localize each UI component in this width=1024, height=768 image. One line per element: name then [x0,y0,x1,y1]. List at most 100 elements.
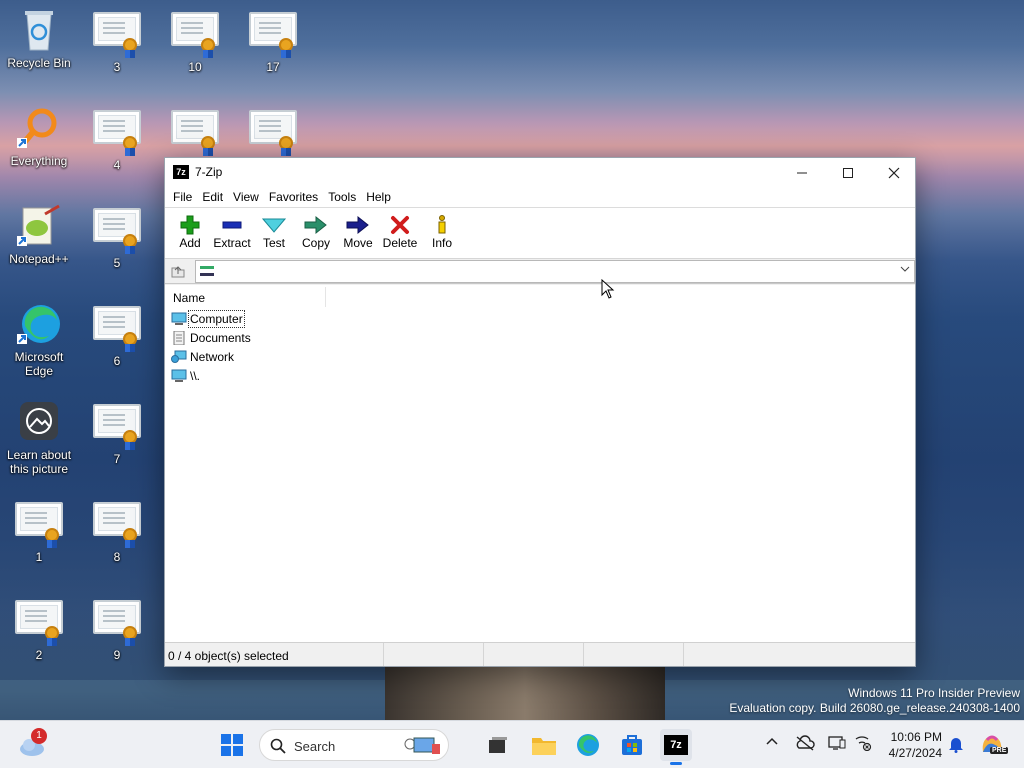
notifications-button[interactable] [948,735,964,756]
desktop-icon-label: 17 [266,60,280,74]
desktop-icon-label: 3 [113,60,121,74]
desktop-icon-file-7[interactable]: 7 [79,400,155,466]
search-icon [270,738,286,754]
notepadpp-icon [15,204,63,248]
status-field-2 [384,643,484,666]
chevron-down-icon[interactable] [900,264,910,277]
bell-icon [949,738,963,753]
start-button[interactable] [216,729,248,761]
file-explorer-button[interactable] [528,729,560,761]
desktop-icon-label: 4 [113,158,121,172]
clock-date: 4/27/2024 [888,746,942,760]
certificate-icon [249,110,297,156]
menu-edit[interactable]: Edit [197,190,228,204]
info-button[interactable]: Info [421,208,463,258]
windows-logo-icon [221,734,243,756]
desktop-icon-label: 10 [188,60,202,74]
list-item[interactable]: Documents [165,328,915,347]
store-button[interactable] [616,729,648,761]
desktop-icon-learn-picture[interactable]: Learn about this picture [1,400,77,476]
watermark-line-2: Evaluation copy. Build 26080.ge_release.… [729,701,1020,715]
up-folder-button[interactable] [169,263,187,279]
tray-overflow-button[interactable] [765,735,779,752]
clock-time: 10:06 PM [890,730,942,744]
copilot-button[interactable]: PRE [976,729,1009,761]
maximize-button[interactable] [825,158,871,187]
column-header-name[interactable]: Name [165,285,915,309]
network-status[interactable] [854,735,872,754]
desktop-icon-file-17[interactable]: 17 [235,8,311,74]
column-separator[interactable] [325,287,326,307]
address-field[interactable] [195,260,915,283]
desktop-icon-file-10[interactable]: 10 [157,8,233,74]
preview-badge: PRE [990,747,1009,754]
menu-file[interactable]: File [168,190,197,204]
clock[interactable]: 10:06 PM 4/27/2024 [884,729,942,761]
edge-taskbar-button[interactable] [572,729,604,761]
desktop-icon-notepadpp[interactable]: Notepad++ [1,204,77,266]
menu-help[interactable]: Help [361,190,396,204]
desktop-icon-edge[interactable]: Microsoft Edge [1,302,77,378]
globe-no-internet-icon [855,736,872,752]
copy-button[interactable]: Copy [295,208,337,258]
desktop-icon-label: 5 [113,256,121,270]
test-button[interactable]: Test [253,208,295,258]
onedrive-status[interactable] [795,735,815,754]
desktop-icon-label: 1 [35,550,43,564]
desktop-icon-everything[interactable]: Everything [1,106,77,168]
desktop-icon-recycle-bin[interactable]: Recycle Bin [1,8,77,70]
copy-label: Copy [301,236,330,250]
desktop-icon-file-11[interactable] [157,106,233,158]
task-view-icon [489,737,507,753]
search-highlight-icon [404,737,440,754]
status-bar: 0 / 4 object(s) selected [165,642,915,666]
sevenzip-taskbar-button[interactable]: 7z [660,729,692,765]
check-icon [253,214,295,236]
move-button[interactable]: Move [337,208,379,258]
add-button[interactable]: Add [169,208,211,258]
certificate-icon [171,110,219,156]
extract-button[interactable]: Extract [211,208,253,258]
desktop-icon-file-4[interactable]: 4 [79,106,155,172]
desktop-icon-file-9[interactable]: 9 [79,596,155,662]
delete-button[interactable]: Delete [379,208,421,258]
store-icon [622,735,642,755]
desktop-icon-file-6[interactable]: 6 [79,302,155,368]
desktop-icon-file-18[interactable] [235,106,311,158]
menu-view[interactable]: View [228,190,264,204]
test-label: Test [262,236,285,250]
list-item[interactable]: \\. [165,366,915,385]
list-item[interactable]: Computer [165,309,915,328]
folder-icon [532,738,556,755]
recycle-bin-icon [15,8,63,52]
move-label: Move [343,236,373,250]
copilot-icon [982,735,1002,752]
display-status[interactable] [828,735,846,754]
desktop-icon-file-8[interactable]: 8 [79,498,155,564]
info-icon [421,214,463,236]
desktop-icon-file-5[interactable]: 5 [79,204,155,270]
desktop-icon-file-1[interactable]: 1 [1,498,77,564]
taskbar-search[interactable]: Search [259,729,449,761]
computer-icon [200,266,214,276]
minimize-button[interactable] [779,158,825,187]
task-view-button[interactable] [482,729,514,761]
list-item[interactable]: Network [165,347,915,366]
list-item-label: Documents [190,330,251,345]
weather-widget[interactable]: 1 [16,728,48,761]
window-title: 7-Zip [195,165,223,179]
certificate-icon [93,110,141,156]
title-bar[interactable]: 7z 7-Zip [165,158,915,187]
plus-icon [169,214,211,236]
close-button[interactable] [871,158,917,187]
desktop-icon-file-2[interactable]: 2 [1,596,77,662]
status-field-4 [584,643,684,666]
info-label: Info [431,236,452,250]
desktop-icon-file-3[interactable]: 3 [79,8,155,74]
documents-icon [173,330,185,345]
status-field-3 [484,643,584,666]
magnifier-icon [15,106,63,150]
sevenzip-app-icon: 7z [173,165,189,179]
menu-tools[interactable]: Tools [323,190,361,204]
menu-favorites[interactable]: Favorites [264,190,323,204]
